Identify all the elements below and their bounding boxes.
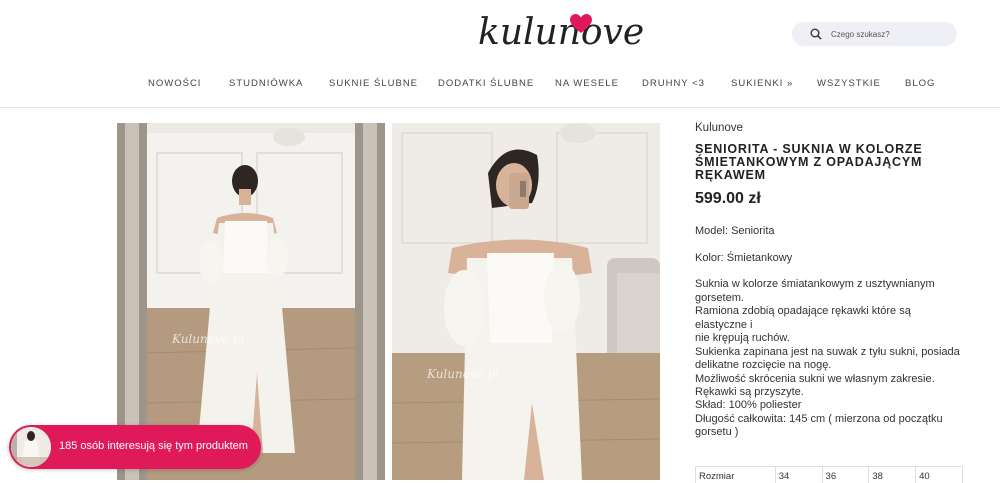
nav-item-studniowka[interactable]: STUDNIÓWKA [229, 78, 303, 89]
header-divider [0, 107, 1000, 108]
social-proof-popup[interactable]: 185 osób interesują się tym produktem [9, 425, 261, 469]
nav-item-blog[interactable]: BLOG [905, 78, 935, 89]
heart-icon [570, 14, 592, 33]
size-cell: 34 [774, 466, 823, 483]
site-logo[interactable]: kulunove [470, 8, 644, 58]
search-icon [810, 28, 822, 40]
nav-item-na-weselu[interactable]: NA WESELE [555, 78, 619, 89]
description-line: Możliwość skrócenia sukni we własnym zak… [695, 372, 935, 385]
search-input[interactable] [831, 29, 951, 39]
product-price: 599.00 zł [695, 190, 761, 207]
dress-photo-closeup: Kulunove.pl [392, 123, 660, 480]
size-cell: 40 [915, 466, 963, 483]
search-bar[interactable] [792, 22, 957, 46]
description-line: nie krępują ruchów. [695, 332, 790, 344]
table-row: Rozmiar 34 36 38 40 [695, 466, 963, 483]
nav-item-nowosci[interactable]: NOWOŚCI [148, 78, 201, 89]
nav-item-wszystkie[interactable]: WSZYSTKIE [817, 78, 881, 89]
product-description: Suknia w kolorze śmiatankowym z usztywni… [695, 278, 960, 400]
product-brand[interactable]: Kulunove [695, 122, 743, 134]
description-line: Suknia w kolorze śmiatankowym z usztywni… [695, 278, 935, 290]
description-line: gorsetem. [695, 291, 744, 304]
product-title-line: RĘKAWEM [695, 168, 766, 182]
nav-item-suknie-slubne[interactable]: SUKNIE ŚLUBNE [329, 78, 418, 89]
nav-item-dodatki-slubne[interactable]: DODATKI ŚLUBNE [438, 78, 534, 89]
logo-text: kulunove [478, 12, 645, 53]
product-photo-2[interactable]: Kulunove.pl [392, 123, 660, 480]
description-line: Rękawki są przyszyte. [695, 386, 804, 398]
photo-watermark: Kulunove.pl [171, 332, 244, 346]
nav-item-druhny[interactable]: DRUHNY <3 [642, 78, 705, 89]
photo-watermark-2: Kulunove.pl [426, 367, 499, 381]
product-title: SENIORITA - SUKNIA W KOLORZE ŚMIETANKOWY… [695, 143, 955, 182]
size-table: Rozmiar 34 36 38 40 [695, 466, 963, 483]
nav-item-sukienki[interactable]: SUKIENKI » [731, 78, 793, 89]
size-cell: 38 [868, 466, 917, 483]
size-cell: 36 [821, 466, 870, 483]
popup-text: 185 osób interesują się tym produktem [59, 440, 248, 452]
product-model: Model: Seniorita [695, 225, 775, 237]
description-line: delikatne rozcięcie na nogę. [695, 359, 832, 371]
size-header-cell: Rozmiar [695, 466, 776, 483]
spec-line: Długość całkowita: 145 cm ( mierzona od … [695, 412, 943, 425]
product-color: Kolor: Śmietankowy [695, 252, 793, 264]
spec-line: gorsetu ) [695, 426, 739, 438]
description-line: Ramiona zdobią opadające rękawki które s… [695, 305, 911, 331]
description-line: Sukienka zapinana jest na suwak z tyłu s… [695, 345, 960, 358]
product-specs: Skład: 100% poliester Długość całkowita:… [695, 399, 960, 440]
popup-product-thumbnail [11, 427, 51, 467]
spec-line: Skład: 100% poliester [695, 399, 802, 411]
